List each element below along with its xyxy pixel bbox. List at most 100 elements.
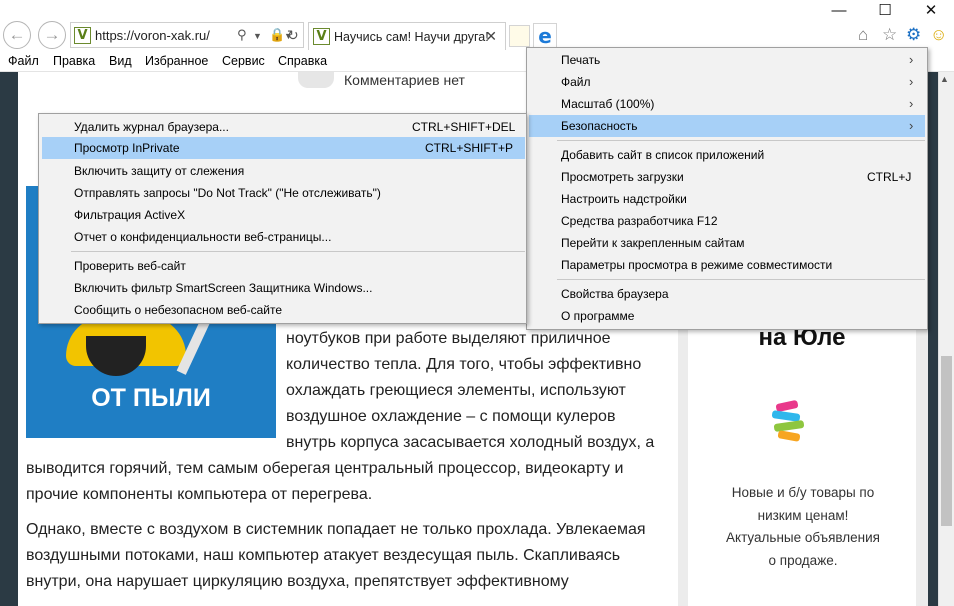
close-tab-icon[interactable]: ✕ [485, 28, 497, 45]
menu-item-label: Просмотр InPrivate [74, 141, 180, 155]
safety-privacy-report[interactable]: Отчет о конфиденциальности веб-страницы.… [39, 226, 526, 248]
menu-separator [557, 279, 925, 280]
paragraph-1-line-3: охлаждать греющиеся элементы, используют [286, 382, 626, 399]
ad-text: Новые и б/у товары по низким ценам! Акту… [698, 482, 908, 572]
tools-menu-compat-view[interactable]: Параметры просмотра в режиме совместимос… [527, 254, 927, 276]
menu-item-label: Сообщить о небезопасном веб-сайте [74, 303, 283, 317]
menu-edit[interactable]: Правка [53, 54, 95, 68]
dropdown-icon[interactable]: ▼ [253, 31, 262, 41]
chevron-right-icon: › [909, 118, 914, 133]
menu-item-label: Отчет о конфиденциальности веб-страницы.… [74, 230, 332, 244]
menu-item-label: Перейти к закрепленным сайтам [561, 236, 745, 250]
menu-item-label: Масштаб (100%) [561, 97, 655, 111]
menu-shortcut: CTRL+SHIFT+P [425, 141, 514, 155]
gear-icon[interactable]: ⚙ [906, 26, 921, 43]
menu-help[interactable]: Справка [278, 54, 327, 68]
menu-tools[interactable]: Сервис [222, 54, 265, 68]
menu-item-label: Свойства браузера [561, 287, 669, 301]
forward-button[interactable]: → [38, 21, 66, 49]
ad-line-4: о продаже. [768, 552, 838, 568]
maximize-button[interactable]: ☐ [862, 0, 908, 24]
menu-item-label: Проверить веб-сайт [74, 259, 186, 273]
comments-icon [298, 72, 334, 88]
safety-delete-history[interactable]: Удалить журнал браузера... CTRL+SHIFT+DE… [39, 116, 526, 138]
menu-item-label: О программе [561, 309, 635, 323]
favorites-star-icon[interactable]: ☆ [882, 26, 897, 43]
menu-item-label: Печать [561, 53, 601, 67]
tools-menu: Печать › Файл › Масштаб (100%) › Безопас… [526, 47, 928, 330]
menu-item-label: Настроить надстройки [561, 192, 687, 206]
paragraph-1-line-2: количество тепла. Для того, чтобы эффект… [286, 356, 642, 373]
smiley-feedback-icon[interactable]: ☺ [930, 26, 947, 43]
tools-menu-safety[interactable]: Безопасность › [529, 115, 925, 137]
new-tab-button[interactable] [509, 25, 530, 47]
tools-menu-pinned-sites[interactable]: Перейти к закрепленным сайтам [527, 232, 927, 254]
paragraph-1-line-7: прочие компоненты компьютера от перегрев… [26, 486, 373, 503]
scroll-up-icon[interactable]: ▲ [940, 74, 949, 84]
address-bar[interactable]: V https://voron-xak.ru/ ⚲ ▼ 🔒 ▼ ↻ [70, 22, 304, 48]
tab-title: Научись сам! Научи друга! [334, 30, 489, 44]
paragraph-2-line-1: Однако, вместе с воздухом в системник по… [26, 521, 646, 538]
chevron-right-icon: › [909, 96, 914, 111]
site-favicon: V [74, 27, 91, 44]
safety-smartscreen[interactable]: Включить фильтр SmartScreen Защитника Wi… [39, 277, 526, 299]
tools-menu-print[interactable]: Печать › [527, 49, 927, 71]
minimize-button[interactable]: — [816, 0, 862, 24]
safety-do-not-track[interactable]: Отправлять запросы "Do Not Track" ("Не о… [39, 182, 526, 204]
menu-item-label: Отправлять запросы "Do Not Track" ("Не о… [74, 186, 381, 200]
paragraph-1-line-4: воздушное охлаждение – с помощи кулеров [286, 408, 616, 425]
ad-line-2: низким ценам! [757, 507, 849, 523]
scrollbar-thumb[interactable] [941, 356, 952, 526]
menu-file[interactable]: Файл [8, 54, 39, 68]
tools-menu-dev-tools[interactable]: Средства разработчика F12 [527, 210, 927, 232]
paragraph-2-line-2: воздушными потоками, наш компьютер атаку… [26, 547, 621, 564]
youla-logo-icon [771, 400, 805, 442]
menu-item-label: Параметры просмотра в режиме совместимос… [561, 258, 833, 272]
chevron-right-icon: › [909, 52, 914, 67]
tab-favicon: V [313, 28, 330, 45]
menu-item-label: Добавить сайт в список приложений [561, 148, 765, 162]
ad-line-3: Актуальные объявления [726, 530, 880, 545]
menu-separator [71, 251, 525, 252]
tools-menu-view-downloads[interactable]: Просмотреть загрузки CTRL+J [527, 166, 927, 188]
page-background-left [0, 72, 18, 606]
tools-menu-add-site-to-apps[interactable]: Добавить сайт в список приложений [527, 144, 927, 166]
close-window-button[interactable]: ✕ [908, 0, 954, 24]
home-icon[interactable]: ⌂ [858, 26, 868, 43]
refresh-icon[interactable]: ↻ [287, 27, 299, 44]
tools-menu-about[interactable]: О программе [527, 305, 927, 327]
menu-view[interactable]: Вид [109, 54, 132, 68]
menu-item-label: Средства разработчика F12 [561, 214, 718, 228]
menu-item-label: Удалить журнал браузера... [74, 120, 229, 134]
page-background-right [928, 72, 938, 606]
comments-count[interactable]: Комментариев нет [344, 72, 465, 88]
back-button[interactable]: ← [3, 21, 31, 49]
menu-item-label: Файл [561, 75, 591, 89]
tools-menu-internet-options[interactable]: Свойства браузера [527, 283, 927, 305]
safety-report-unsafe[interactable]: Сообщить о небезопасном веб-сайте [39, 299, 526, 321]
menu-separator [557, 140, 925, 141]
safety-tracking-protection[interactable]: Включить защиту от слежения [39, 160, 526, 182]
menu-item-label: Безопасность [561, 119, 638, 133]
menu-item-label: Просмотреть загрузки [561, 170, 684, 184]
browser-tab[interactable]: V Научись сам! Научи друга! ✕ [308, 22, 506, 50]
tools-menu-file[interactable]: Файл › [527, 71, 927, 93]
menu-shortcut: CTRL+J [867, 170, 912, 184]
lock-icon[interactable]: 🔒 [269, 27, 285, 43]
ie-logo-icon[interactable]: e [533, 23, 557, 49]
search-icon[interactable]: ⚲ [237, 27, 247, 43]
tools-menu-zoom[interactable]: Масштаб (100%) › [527, 93, 927, 115]
tools-menu-manage-addons[interactable]: Настроить надстройки [527, 188, 927, 210]
paragraph-1-line-6: выводится горячий, тем самым оберегая це… [26, 460, 624, 477]
menu-item-label: Фильтрация ActiveX [74, 208, 186, 222]
safety-submenu: Удалить журнал браузера... CTRL+SHIFT+DE… [38, 113, 527, 324]
menu-favorites[interactable]: Избранное [145, 54, 208, 68]
paragraph-2-line-3: внутри, она нарушает циркуляцию воздуха,… [26, 573, 569, 590]
paragraph-1-line-5: внутрь корпуса засасывается холодный воз… [286, 434, 655, 451]
safety-activex-filtering[interactable]: Фильтрация ActiveX [39, 204, 526, 226]
safety-check-website[interactable]: Проверить веб-сайт [39, 255, 526, 277]
safety-inprivate[interactable]: Просмотр InPrivate CTRL+SHIFT+P [42, 137, 525, 159]
title-bar: ← → V https://voron-xak.ru/ ⚲ ▼ 🔒 ▼ ↻ V … [0, 0, 954, 50]
image-caption: ОТ ПЫЛИ [91, 384, 211, 412]
menu-item-label: Включить защиту от слежения [74, 164, 245, 178]
